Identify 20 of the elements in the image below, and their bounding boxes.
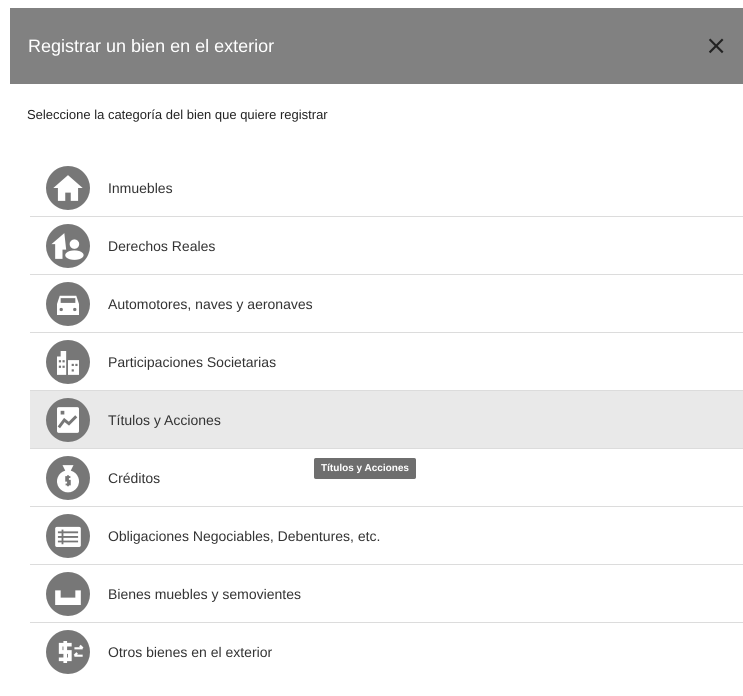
home-icon [46,166,90,210]
car-icon [46,282,90,326]
tooltip: Títulos y Acciones [314,458,416,479]
chart-document-icon [46,398,90,442]
sofa-icon [46,572,90,616]
building-icon [46,340,90,384]
category-item[interactable]: Títulos y Acciones [30,391,743,449]
prompt-text: Seleccione la categoría del bien que quiere registrar [26,106,329,124]
list-card-icon [46,514,90,558]
dollar-exchange-icon [46,630,90,674]
close-button[interactable]: × [701,31,731,61]
category-item[interactable]: Inmuebles [30,159,743,217]
dialog-title: Registrar un bien en el exterior [28,36,274,56]
house-person-icon [46,224,90,268]
category-item[interactable]: Bienes muebles y semovientes [30,565,743,623]
category-item[interactable]: Derechos Reales [30,217,743,275]
category-item[interactable]: Automotores, naves y aeronaves [30,275,743,333]
category-item[interactable]: Obligaciones Negociables, Debentures, etc. [30,507,743,565]
money-bag-icon [46,456,90,500]
category-item[interactable]: Otros bienes en el exterior [30,623,743,680]
